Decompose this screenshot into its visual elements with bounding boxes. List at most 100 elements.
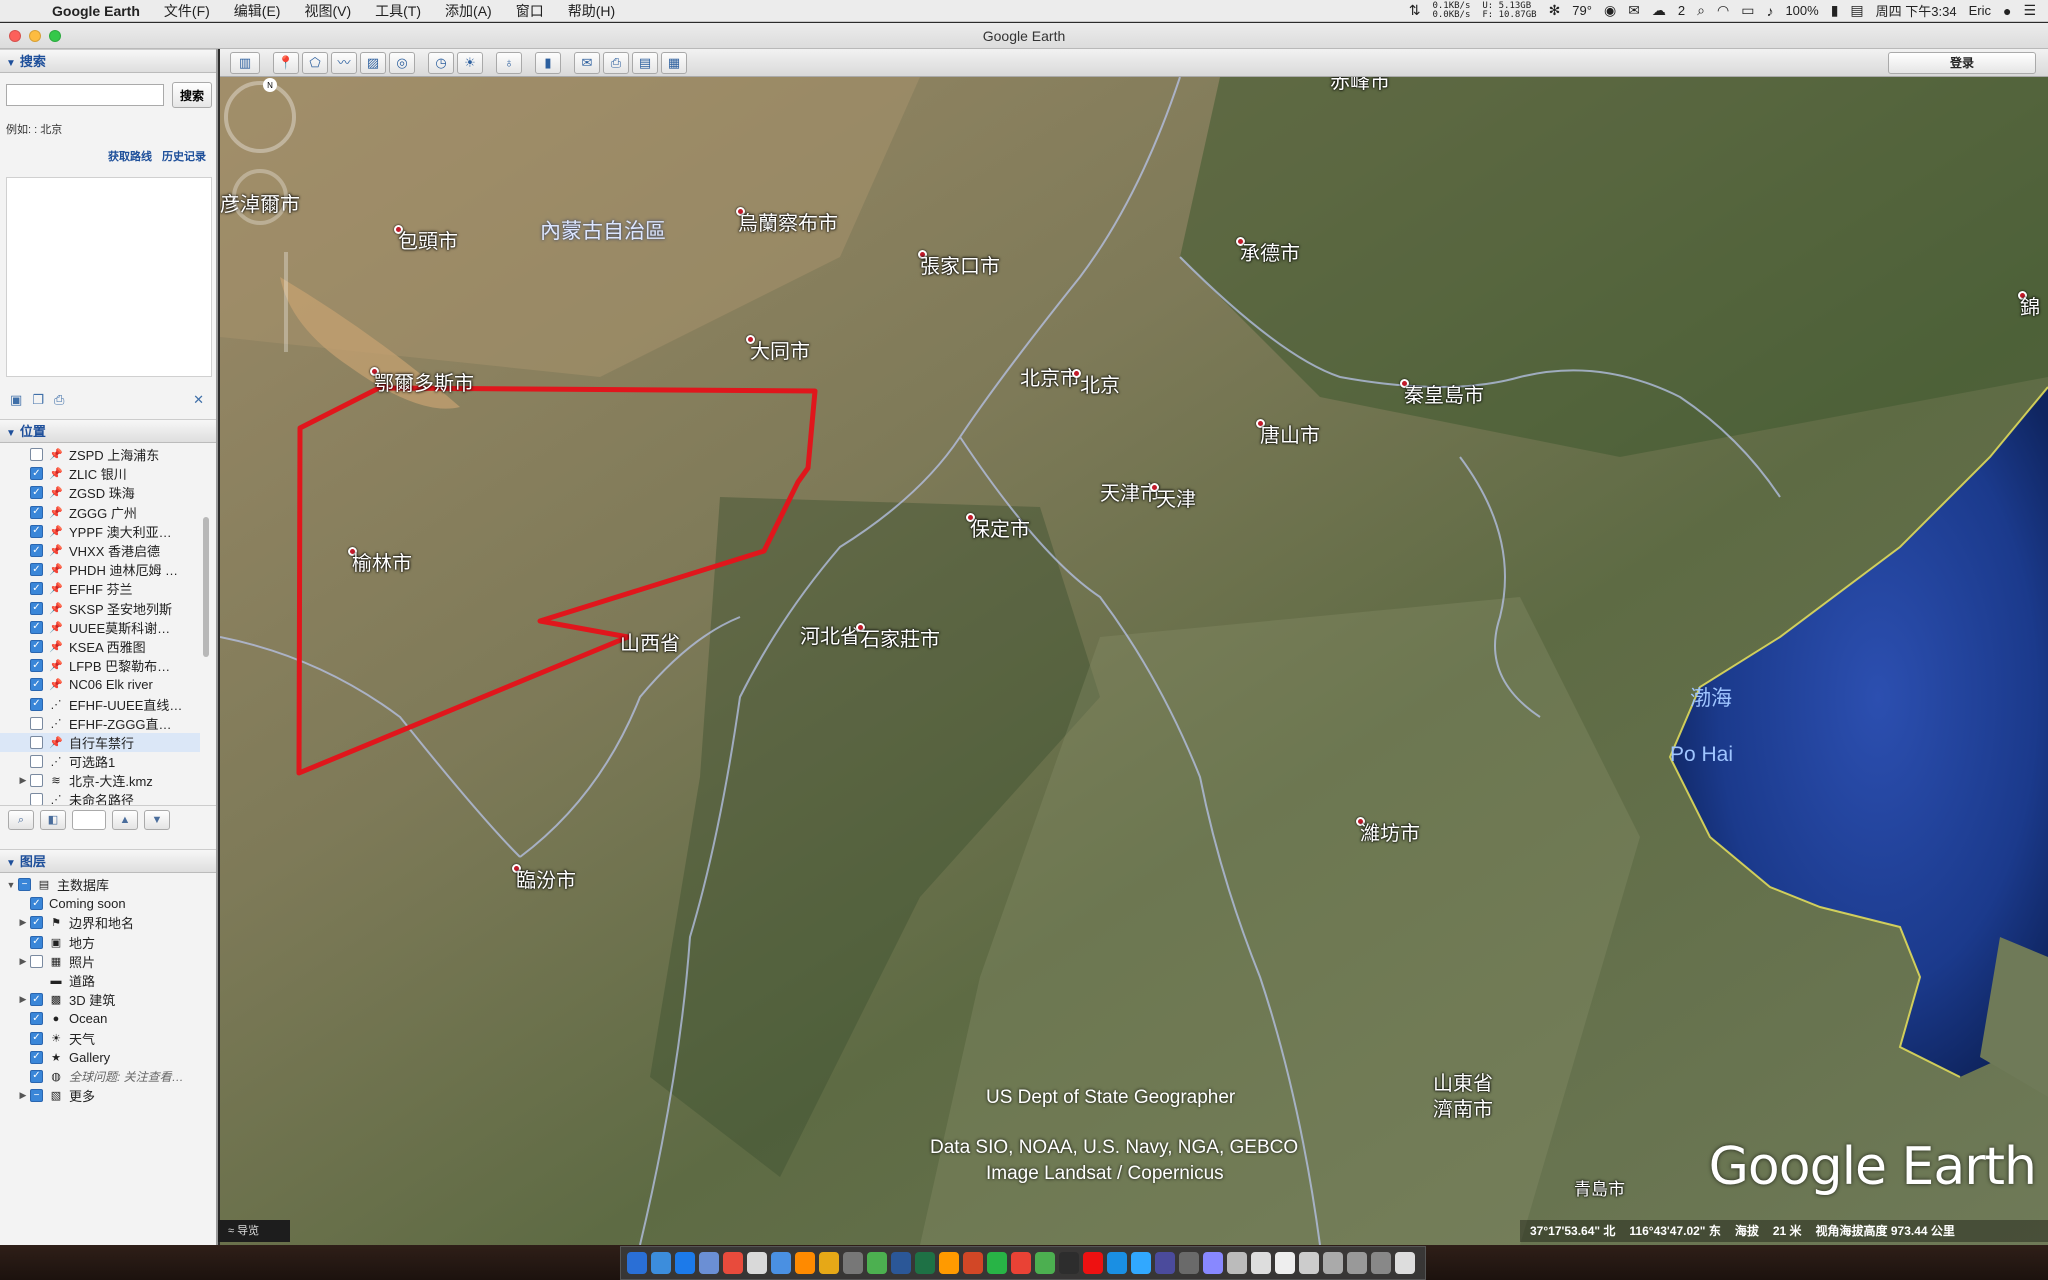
print-button[interactable]: ⎙ [603,51,629,74]
user-name[interactable]: Eric [1969,3,1991,18]
search-input[interactable] [6,84,164,106]
place-item[interactable]: ✓ 📌 PHDH 迪林厄姆 … [0,560,200,579]
menu-app-name[interactable]: Google Earth [40,3,152,19]
city-label-baoding[interactable]: 保定市 [970,513,1030,542]
expand-triangle-icon[interactable]: ▶ [16,956,30,967]
sea-label-bohai[interactable]: 渤海 [1690,682,1732,712]
history-link[interactable]: 历史记录 [162,148,206,164]
places-filter-field[interactable] [72,809,106,830]
place-checkbox[interactable] [30,755,43,769]
city-label-weifang[interactable]: 濰坊市 [1360,817,1420,846]
city-label-beijing-shi[interactable]: 北京市 [1020,362,1080,391]
navigation-controls[interactable]: N [220,77,300,357]
historical-imagery-button[interactable]: ◷ [428,51,454,74]
notification-center-icon[interactable]: ☰ [2023,2,2036,19]
place-item[interactable]: ⋰ 可选路1 [0,752,200,771]
dock-app-icon[interactable] [867,1252,887,1274]
dock-app-icon[interactable] [843,1252,863,1274]
toggle-panel-button[interactable]: ◧ [40,809,66,830]
layer-item[interactable]: ▶ ✓ ▩ 3D 建筑 [0,990,216,1009]
places-panel-header[interactable]: ▼ 位置 [0,419,216,443]
compass-ring-icon[interactable] [224,81,296,153]
dock-app-icon[interactable] [1179,1252,1199,1274]
add-to-places-icon[interactable]: ▣ [10,392,22,408]
sea-label-po-hai[interactable]: Po Hai [1670,743,1733,767]
city-label-ulanqab[interactable]: 烏蘭察布市 [738,207,838,236]
city-label-qinhuangdao[interactable]: 秦皇島市 [1404,379,1484,408]
menu-help[interactable]: 帮助(H) [556,1,627,21]
sidebar-toggle-button[interactable]: ▥ [230,51,260,74]
dock-app-icon[interactable] [987,1252,1007,1274]
dock-app-icon[interactable] [1035,1252,1055,1274]
dock-app-icon[interactable] [771,1252,791,1274]
city-label-zhangjiakou[interactable]: 張家口市 [920,250,1000,279]
fan-icon[interactable]: ✻ [1549,2,1561,19]
dock-app-icon[interactable] [963,1252,983,1274]
dock-app-icon[interactable] [1083,1252,1103,1274]
layer-checkbox[interactable]: ✓ [30,1050,43,1064]
add-path-button[interactable]: 〰 [331,51,357,74]
expand-triangle-icon[interactable]: ▶ [16,775,30,786]
city-label-yulin[interactable]: 榆林市 [352,547,412,576]
place-checkbox[interactable]: ✓ [30,639,43,653]
menu-file[interactable]: 文件(F) [152,1,222,21]
dock-app-icon[interactable] [795,1252,815,1274]
city-label-tianjin-shi[interactable]: 天津市 [1100,477,1160,506]
dock-app-icon[interactable] [891,1252,911,1274]
province-label-shandong[interactable]: 山東省 [1433,1067,1493,1096]
search-icon[interactable]: ⌕ [1697,2,1705,19]
city-label-tangshan[interactable]: 唐山市 [1260,419,1320,448]
dock-app-icon[interactable] [627,1252,647,1274]
layer-item[interactable]: ▼ − ▤ 主数据库 [0,875,216,894]
place-checkbox[interactable] [30,716,43,730]
add-placemark-button[interactable]: 📍 [273,51,299,74]
place-item[interactable]: 📌 自行车禁行 [0,732,200,752]
place-item[interactable]: ✓ 📌 NC06 Elk river [0,675,200,694]
search-results-area[interactable] [6,177,212,377]
dock-app-icon[interactable] [675,1252,695,1274]
expand-triangle-icon[interactable]: ▶ [16,994,30,1005]
add-polygon-button[interactable]: ⬠ [302,51,328,74]
dock-app-icon[interactable] [1059,1252,1079,1274]
layer-checkbox[interactable]: ✓ [30,916,43,930]
dock-app-icon[interactable] [1011,1252,1031,1274]
city-label-baotou[interactable]: 包頭市 [398,225,458,254]
wechat-icon[interactable]: ☁ [1652,2,1666,19]
dock-app-icon[interactable] [1131,1252,1151,1274]
layer-checkbox[interactable]: ✓ [30,1031,43,1045]
dock-app-icon[interactable] [939,1252,959,1274]
place-item[interactable]: ✓ 📌 LFPB 巴黎勒布… [0,656,200,675]
clear-search-icon[interactable]: ✕ [193,392,204,408]
dock-app-icon[interactable] [1107,1252,1127,1274]
layer-checkbox[interactable]: ✓ [30,1012,43,1026]
layer-checkbox[interactable]: − [30,1089,43,1103]
layers-panel-header[interactable]: ▼ 图层 [0,849,216,873]
place-checkbox[interactable]: ✓ [30,486,43,500]
city-label-ordos[interactable]: 鄂爾多斯市 [374,367,474,396]
zoom-window-button[interactable] [49,30,61,42]
province-label-hebei[interactable]: 河北省 [800,620,860,649]
place-item[interactable]: ✓ 📌 KSEA 西雅图 [0,637,200,656]
dock-app-icon[interactable] [1251,1252,1271,1274]
search-panel-header[interactable]: ▼ 搜索 [0,49,216,73]
city-label-jin[interactable]: 錦 [2020,291,2040,320]
layer-item[interactable]: ▶ − ▧ 更多 [0,1086,216,1105]
region-label-inner-mongolia[interactable]: 內蒙古自治區 [540,215,666,245]
get-directions-link[interactable]: 获取路线 [108,148,152,164]
menu-add[interactable]: 添加(A) [433,1,504,21]
dock-app-icon[interactable] [915,1252,935,1274]
place-item[interactable]: ▶ ≋ 北京-大连.kmz [0,771,200,790]
layer-checkbox[interactable]: ✓ [30,935,43,949]
place-checkbox[interactable]: ✓ [30,544,43,558]
layer-checkbox[interactable] [30,954,43,968]
wifi-icon[interactable]: ◠ [1717,2,1729,19]
dock-app-icon[interactable] [651,1252,671,1274]
move-up-button[interactable]: ▲ [112,809,138,830]
email-button[interactable]: ✉ [574,51,600,74]
place-item[interactable]: ⋰ EFHF-ZGGG直… [0,714,200,733]
print-icon[interactable]: ⎙ [54,392,64,408]
city-label-shijiazhuang[interactable]: 石家莊市 [860,623,940,652]
layer-item[interactable]: ✓ ● Ocean [0,1009,216,1028]
place-checkbox[interactable]: ✓ [30,563,43,577]
add-image-overlay-button[interactable]: ▨ [360,51,386,74]
